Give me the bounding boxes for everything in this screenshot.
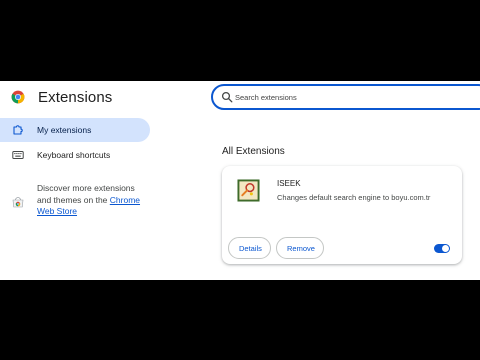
sidebar-item-my-extensions[interactable]: My extensions <box>0 118 150 142</box>
section-title: All Extensions <box>222 146 285 157</box>
chrome-logo-icon <box>11 90 25 104</box>
keyboard-icon <box>12 151 24 159</box>
search-box[interactable] <box>211 84 480 110</box>
iseek-extension-icon <box>237 179 260 202</box>
sidebar-item-label: My extensions <box>37 125 92 135</box>
extensions-page: Extensions My extensions Keyboard shortc… <box>0 81 480 280</box>
search-icon <box>221 91 233 103</box>
remove-button[interactable]: Remove <box>276 237 324 259</box>
toggle-knob <box>442 245 449 252</box>
extension-card: ISEEK Changes default search engine to b… <box>222 166 462 264</box>
sidebar-item-label: Keyboard shortcuts <box>37 150 111 160</box>
discover-text: Discover more extensions and themes on t… <box>37 183 141 216</box>
details-button[interactable]: Details <box>228 237 271 259</box>
page-title: Extensions <box>38 89 113 106</box>
search-input[interactable] <box>235 90 475 104</box>
chrome-web-store-icon <box>12 197 24 208</box>
extension-name: ISEEK <box>277 179 301 188</box>
extension-description: Changes default search engine to boyu.co… <box>277 193 431 202</box>
enable-toggle[interactable] <box>434 244 450 253</box>
sidebar-item-keyboard-shortcuts[interactable]: Keyboard shortcuts <box>0 143 150 167</box>
puzzle-icon <box>13 125 23 135</box>
